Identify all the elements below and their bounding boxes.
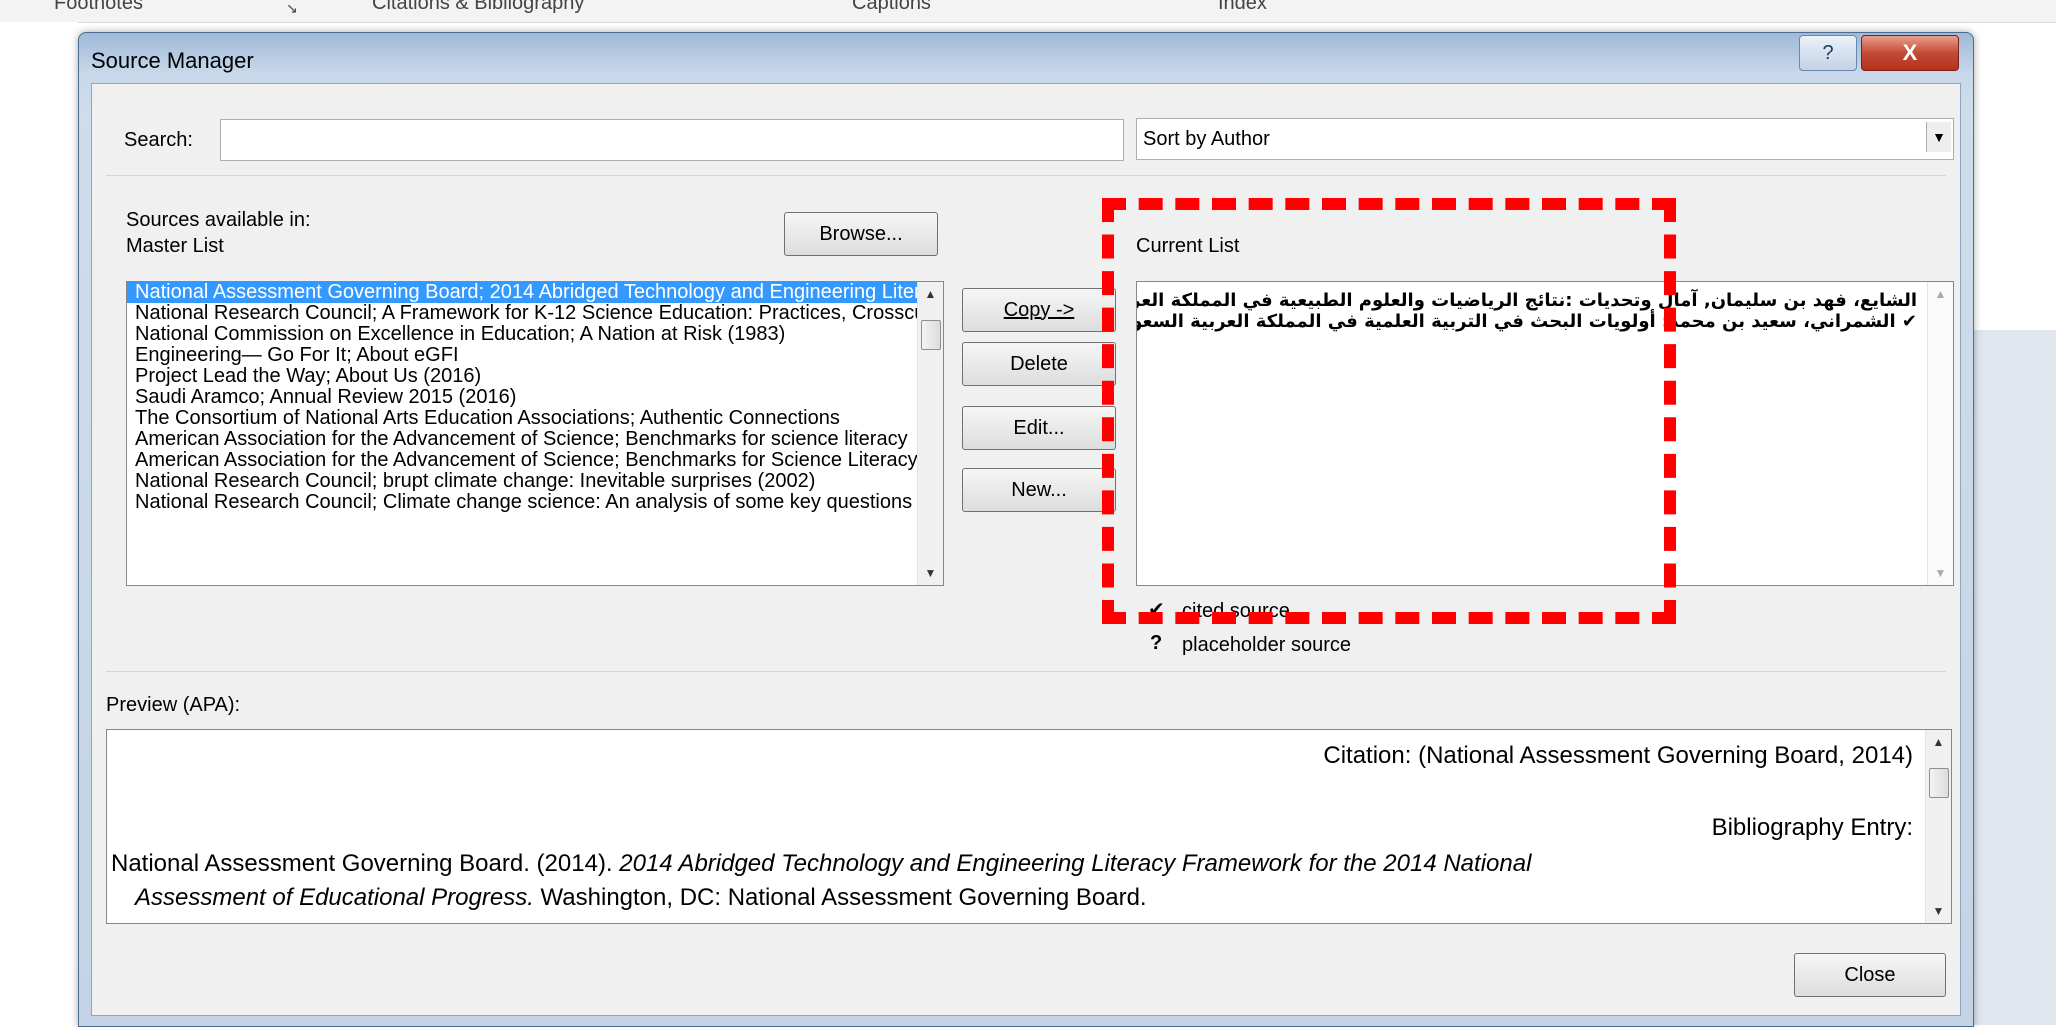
list-item[interactable]: Engineering— Go For It; About eGFI (127, 345, 917, 366)
scroll-up-icon[interactable]: ▲ (1926, 732, 1951, 752)
dialog-client-area: Search: Sort by Author ▼ Sources availab… (91, 83, 1961, 1016)
delete-button[interactable]: Delete (962, 342, 1116, 386)
bib-title-part2: Assessment of Educational Progress. (135, 884, 534, 911)
scroll-down-icon[interactable]: ▼ (1928, 563, 1953, 583)
sort-select-value: Sort by Author (1143, 128, 1270, 150)
scroll-up-icon[interactable]: ▲ (918, 284, 943, 304)
cited-source-icon: ✔ (1148, 599, 1165, 621)
scroll-up-icon[interactable]: ▲ (1928, 284, 1953, 304)
document-background (0, 22, 78, 1025)
list-item[interactable]: The Consortium of National Arts Educatio… (127, 408, 917, 429)
master-list-label: Master List (126, 235, 224, 257)
preview-bib-line-1: National Assessment Governing Board. (20… (111, 850, 1531, 878)
source-manager-dialog: Source Manager ? X Search: Sort by Autho… (78, 32, 1974, 1027)
preview-scrollbar[interactable]: ▲ ▼ (1925, 730, 1951, 923)
scroll-thumb[interactable] (1929, 768, 1949, 798)
current-listbox[interactable]: الشايع، فهد بن سليمان, آمال وتحديات :نتا… (1136, 281, 1954, 586)
preview-citation: Citation: (National Assessment Governing… (1323, 742, 1913, 769)
bib-author-year: National Assessment Governing Board. (20… (111, 850, 620, 877)
list-item[interactable]: National Assessment Governing Board; 201… (127, 282, 917, 303)
placeholder-source-label: placeholder source (1182, 634, 1351, 656)
dialog-title: Source Manager (91, 48, 254, 73)
ribbon-index[interactable]: Index (1218, 0, 1267, 15)
sources-available-label: Sources available in: (126, 209, 311, 231)
help-glyph: ? (1822, 41, 1834, 64)
list-item[interactable]: الشايع، فهد بن سليمان, آمال وتحديات :نتا… (1137, 290, 1927, 311)
master-list-rows: National Assessment Governing Board; 201… (127, 282, 917, 513)
preview-bib-heading: Bibliography Entry: (1711, 814, 1913, 841)
edit-button[interactable]: Edit... (962, 406, 1116, 450)
list-item[interactable]: American Association for the Advancement… (127, 450, 917, 471)
list-item[interactable]: National Commission on Excellence in Edu… (127, 324, 917, 345)
list-item[interactable]: National Research Council; brupt climate… (127, 471, 917, 492)
scroll-down-icon[interactable]: ▼ (918, 563, 943, 583)
bib-publisher: Washington, DC: National Assessment Gove… (533, 884, 1147, 911)
list-item[interactable]: American Association for the Advancement… (127, 429, 917, 450)
sort-select[interactable]: Sort by Author ▼ (1136, 118, 1954, 160)
copy-button[interactable]: Copy -> (962, 288, 1116, 332)
list-item[interactable]: Saudi Aramco; Annual Review 2015 (2016) (127, 387, 917, 408)
preview-label: Preview (APA): (106, 694, 241, 716)
search-label-text: Search: (124, 129, 193, 151)
new-button[interactable]: New... (962, 468, 1116, 512)
cited-check-icon: ✔ (1901, 311, 1917, 332)
close-icon[interactable]: X (1861, 35, 1959, 71)
list-item[interactable]: Project Lead the Way; About Us (2016) (127, 366, 917, 387)
new-button-label: New... (1011, 478, 1067, 501)
preview-bib-line-2: Assessment of Educational Progress. Wash… (135, 884, 1147, 912)
cited-source-label: cited source (1182, 600, 1290, 622)
help-icon[interactable]: ? (1799, 35, 1857, 71)
edit-button-label: Edit... (1013, 416, 1065, 439)
delete-button-label: Delete (1010, 352, 1068, 375)
current-list-scrollbar[interactable]: ▲ ▼ (1927, 282, 1953, 585)
current-list-rows: الشايع، فهد بن سليمان, آمال وتحديات :نتا… (1137, 290, 1927, 332)
ribbon-citations-bibliography[interactable]: Citations & Bibliography (372, 0, 584, 15)
chevron-down-icon[interactable]: ▼ (1926, 122, 1951, 152)
ribbon-group-labels: Footnotes ↘ Citations & Bibliography Cap… (0, 0, 2056, 23)
search-label: Search: (124, 129, 193, 152)
scroll-thumb[interactable] (921, 320, 941, 350)
ribbon-footnotes[interactable]: Footnotes (54, 0, 143, 15)
list-item-text: الشمراني، سعيد بن محمد؛ أولويات البحث في… (1137, 311, 1896, 332)
preview-pane: Citation: (National Assessment Governing… (106, 729, 1952, 924)
scroll-down-icon[interactable]: ▼ (1926, 901, 1951, 921)
separator (106, 671, 1946, 672)
copy-button-label: Copy -> (1003, 298, 1075, 321)
bib-title-part1: 2014 Abridged Technology and Engineering… (619, 850, 1532, 877)
current-list-label: Current List (1136, 235, 1240, 257)
document-background-right (1972, 330, 2056, 1025)
separator (106, 175, 1946, 176)
placeholder-source-icon: ? (1150, 632, 1163, 654)
ribbon-captions[interactable]: Captions (852, 0, 931, 15)
list-item[interactable]: National Research Council; A Framework f… (127, 303, 917, 324)
list-item-text: الشايع، فهد بن سليمان, آمال وتحديات :نتا… (1137, 290, 1917, 311)
search-input[interactable] (220, 119, 1124, 161)
master-list-scrollbar[interactable]: ▲ ▼ (917, 282, 943, 585)
list-item[interactable]: ✔ الشمراني، سعيد بن محمد؛ أولويات البحث … (1137, 311, 1927, 332)
dialog-launcher-icon[interactable]: ↘ (286, 0, 298, 17)
browse-button[interactable]: Browse... (784, 212, 938, 256)
close-button[interactable]: Close (1794, 953, 1946, 997)
list-item[interactable]: National Research Council; Climate chang… (127, 492, 917, 513)
master-listbox[interactable]: National Assessment Governing Board; 201… (126, 281, 944, 586)
close-glyph: X (1902, 40, 1918, 65)
